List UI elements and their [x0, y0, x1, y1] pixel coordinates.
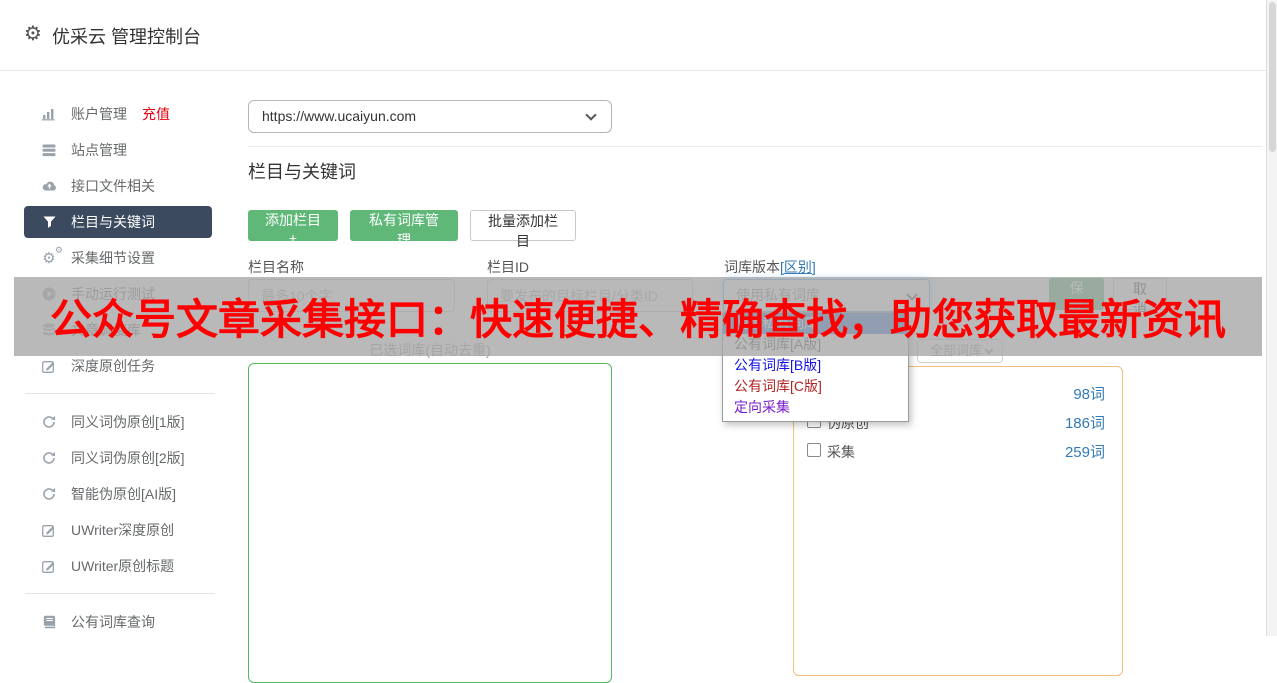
- sidebar-item-label: 智能伪原创[AI版]: [71, 486, 177, 502]
- sidebar-item-label: UWriter原创标题: [71, 558, 175, 574]
- sidebar-divider: [25, 393, 215, 394]
- sidebar-item-label: 接口文件相关: [71, 178, 155, 194]
- dropdown-option-public-b[interactable]: 公有词库[B版]: [723, 355, 908, 376]
- sidebar-item-label: 同义词伪原创[2版]: [71, 450, 185, 466]
- sidebar-item-label: 采集细节设置: [71, 250, 155, 266]
- difference-link[interactable]: [区别]: [780, 259, 816, 275]
- app-header: ⚙ 优采云 管理控制台: [0, 0, 1277, 71]
- page-title: 栏目与关键词: [248, 162, 356, 182]
- add-column-button[interactable]: 添加栏目 +: [248, 210, 338, 246]
- sidebar-divider: [25, 593, 215, 594]
- sidebar: 账户管理 充值 站点管理 接口文件相关 栏目与关键词 ⚙⚙ 采集细节设置 手动运…: [0, 72, 240, 640]
- refresh-icon: [40, 450, 58, 466]
- dropdown-option-directed[interactable]: 定向采集: [723, 397, 908, 418]
- sidebar-item-label: 栏目与关键词: [71, 214, 155, 230]
- edit-icon: [40, 558, 58, 574]
- chevron-down-icon: [585, 109, 597, 121]
- promo-banner-text: 公众号文章采集接口：快速便捷、精确查找，助您获取最新资讯: [49, 296, 1226, 343]
- sidebar-item-account[interactable]: 账户管理 充值: [0, 96, 240, 132]
- refresh-icon: [40, 486, 58, 502]
- sidebar-item-label: 公有词库查询: [71, 614, 155, 630]
- sidebar-item-interface-files[interactable]: 接口文件相关: [0, 168, 240, 204]
- gear-icon: ⚙: [24, 23, 42, 45]
- lexicon-row-count: 98词: [1073, 386, 1105, 403]
- sidebar-item-columns-keywords[interactable]: 栏目与关键词: [24, 206, 212, 238]
- filter-icon: [40, 214, 58, 230]
- site-select-value: https://www.ucaiyun.com: [262, 108, 417, 124]
- sidebar-item-ai-pseudo[interactable]: 智能伪原创[AI版]: [0, 476, 240, 512]
- scrollbar[interactable]: [1266, 0, 1277, 636]
- sidebar-item-label: UWriter深度原创: [71, 522, 175, 538]
- site-select[interactable]: https://www.ucaiyun.com: [248, 100, 612, 133]
- sidebar-item-uwriter-deep[interactable]: UWriter深度原创: [0, 512, 240, 548]
- app-title: 优采云 管理控制台: [52, 27, 202, 47]
- column-name-label: 栏目名称: [248, 259, 304, 275]
- selected-lexicon-box: [248, 363, 612, 683]
- private-lexicon-button[interactable]: 私有词库管理: [350, 210, 458, 248]
- bar-chart-icon: [40, 106, 58, 122]
- sidebar-item-label: 同义词伪原创[1版]: [71, 414, 185, 430]
- sidebar-item-label: 深度原创任务: [71, 358, 155, 374]
- book-icon: [40, 614, 58, 630]
- gears-icon: ⚙ ⚙: [42, 245, 63, 267]
- sidebar-item-uwriter-title[interactable]: UWriter原创标题: [0, 548, 240, 584]
- lexicon-version-label: 词库版本[区别]: [724, 259, 816, 275]
- column-id-label: 栏目ID: [487, 259, 529, 275]
- sidebar-item-public-lexicon[interactable]: 公有词库查询: [0, 604, 240, 640]
- sidebar-item-synonym-v1[interactable]: 同义词伪原创[1版]: [0, 404, 240, 440]
- section-divider: [248, 146, 1262, 147]
- dropdown-option-public-c[interactable]: 公有词库[C版]: [723, 376, 908, 397]
- sidebar-item-label: 账户管理: [71, 106, 127, 122]
- batch-add-button[interactable]: 批量添加栏目: [470, 210, 576, 249]
- refresh-icon: [40, 414, 58, 430]
- sidebar-item-label: 站点管理: [71, 142, 127, 158]
- collect-count: 259词: [1064, 444, 1105, 461]
- server-icon: [40, 142, 58, 158]
- edit-icon: [40, 358, 58, 374]
- collect-checkbox[interactable]: [807, 443, 821, 457]
- pseudo-original-count: 186词: [1064, 415, 1105, 432]
- cloud-upload-icon: [40, 178, 58, 194]
- edit-icon: [40, 522, 58, 538]
- promo-banner-overlay: 公众号文章采集接口：快速便捷、精确查找，助您获取最新资讯: [14, 277, 1262, 356]
- sidebar-item-collect-settings[interactable]: ⚙ ⚙ 采集细节设置: [0, 240, 240, 276]
- sidebar-item-synonym-v2[interactable]: 同义词伪原创[2版]: [0, 440, 240, 476]
- collect-label: 采集: [827, 444, 855, 460]
- scrollbar-thumb[interactable]: [1269, 2, 1276, 152]
- sidebar-item-sites[interactable]: 站点管理: [0, 132, 240, 168]
- recharge-badge[interactable]: 充值: [142, 104, 170, 124]
